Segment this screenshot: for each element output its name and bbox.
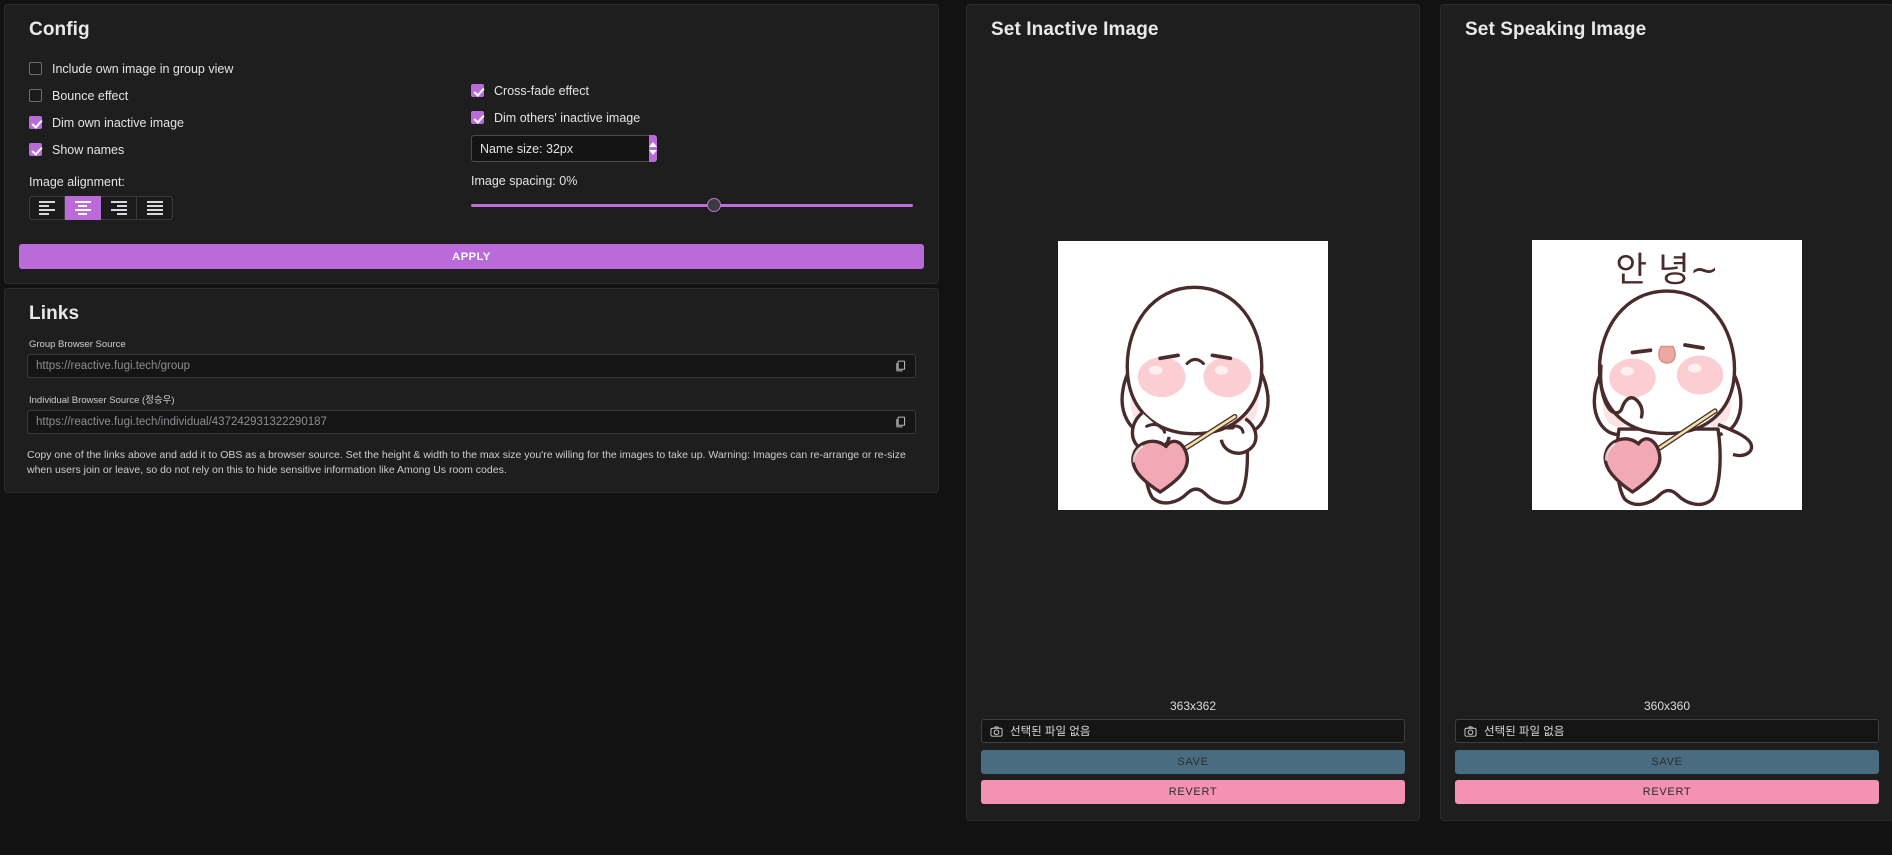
inactive-file-input[interactable]: 선택된 파일 없음 xyxy=(981,719,1405,743)
image-alignment-group[interactable] xyxy=(29,196,471,220)
bunny-speaking-illustration: 안 녕~ xyxy=(1532,240,1802,510)
speaking-image-panel: Set Speaking Image 안 녕~ 360x360 선택된 파일 없… xyxy=(1440,4,1892,821)
image-alignment-label: Image alignment: xyxy=(29,175,125,189)
bunny-inactive-illustration xyxy=(1058,240,1328,510)
chevron-up-icon[interactable] xyxy=(649,142,657,147)
checkbox-row-bounce-effect[interactable]: Bounce effect xyxy=(29,82,471,109)
inactive-revert-button[interactable]: REVERT xyxy=(981,780,1405,804)
align-left-icon[interactable] xyxy=(29,196,65,220)
inactive-image-column: Set Inactive Image 363x362 선택된 파일 없음 SAV… xyxy=(956,0,1430,825)
speaking-image-preview: 안 녕~ xyxy=(1532,240,1802,510)
speaking-image-column: Set Speaking Image 안 녕~ 360x360 선택된 파일 없… xyxy=(1430,0,1892,825)
checkbox-label-show-names: Show names xyxy=(52,142,125,157)
group-browser-source-field: Group Browser Source https://reactive.fu… xyxy=(27,339,916,378)
checkbox-cross-fade[interactable] xyxy=(471,84,484,97)
inactive-panel-title: Set Inactive Image xyxy=(991,19,1159,40)
links-panel: Links Group Browser Source https://react… xyxy=(4,288,939,494)
config-left-options: Include own image in group view Bounce e… xyxy=(19,55,471,220)
inactive-image-dimensions: 363x362 xyxy=(1169,699,1217,713)
copy-icon[interactable] xyxy=(894,416,907,429)
checkbox-row-show-names[interactable]: Show names xyxy=(29,136,471,163)
checkbox-dim-own-inactive[interactable] xyxy=(29,116,42,129)
image-spacing-label: Image spacing: 0% xyxy=(471,174,578,188)
copy-icon[interactable] xyxy=(894,360,907,373)
group-browser-source-label: Group Browser Source xyxy=(29,339,126,350)
speaking-panel-title: Set Speaking Image xyxy=(1465,19,1647,40)
align-right-icon[interactable] xyxy=(101,196,137,220)
individual-browser-source-value: https://reactive.fugi.tech/individual/43… xyxy=(36,416,327,428)
speech-text: 안 녕~ xyxy=(1615,250,1718,290)
camera-icon xyxy=(990,725,1003,738)
speaking-file-input[interactable]: 선택된 파일 없음 xyxy=(1455,719,1879,743)
left-column: Config Include own image in group view B… xyxy=(0,0,943,497)
config-title: Config xyxy=(29,19,90,40)
group-browser-source-value: https://reactive.fugi.tech/group xyxy=(36,360,191,372)
inactive-save-button[interactable]: SAVE xyxy=(981,750,1405,774)
checkbox-label-dim-others-inactive: Dim others' inactive image xyxy=(494,110,641,125)
individual-browser-source-box[interactable]: https://reactive.fugi.tech/individual/43… xyxy=(27,410,916,434)
inactive-image-preview xyxy=(1058,240,1328,510)
checkbox-row-include-own-image[interactable]: Include own image in group view xyxy=(29,55,471,82)
name-size-stepper[interactable] xyxy=(471,135,657,162)
inactive-image-panel: Set Inactive Image 363x362 선택된 파일 없음 SAV… xyxy=(966,4,1420,821)
config-right-options: Cross-fade effect Dim others' inactive i… xyxy=(471,55,924,220)
apply-button[interactable]: APPLY xyxy=(19,244,924,269)
checkbox-row-dim-own-inactive[interactable]: Dim own inactive image xyxy=(29,109,471,136)
speaking-file-name: 선택된 파일 없음 xyxy=(1484,726,1565,738)
slider-thumb[interactable] xyxy=(707,198,722,212)
image-spacing-slider[interactable] xyxy=(471,196,913,214)
checkbox-dim-others-inactive[interactable] xyxy=(471,111,484,124)
checkbox-label-include-own-image: Include own image in group view xyxy=(52,61,234,76)
group-browser-source-box[interactable]: https://reactive.fugi.tech/group xyxy=(27,354,916,378)
align-center-icon[interactable] xyxy=(65,196,101,220)
checkbox-show-names[interactable] xyxy=(29,143,42,156)
checkbox-include-own-image[interactable] xyxy=(29,62,42,75)
checkbox-row-cross-fade[interactable]: Cross-fade effect xyxy=(471,77,924,104)
speaking-save-button[interactable]: SAVE xyxy=(1455,750,1879,774)
checkbox-label-dim-own-inactive: Dim own inactive image xyxy=(52,115,184,130)
chevron-down-icon[interactable] xyxy=(649,150,657,155)
inactive-file-name: 선택된 파일 없음 xyxy=(1010,726,1091,738)
checkbox-label-cross-fade: Cross-fade effect xyxy=(494,83,589,98)
inactive-image-stage xyxy=(981,55,1405,695)
align-justify-icon[interactable] xyxy=(137,196,173,220)
config-panel: Config Include own image in group view B… xyxy=(4,4,939,284)
speaking-revert-button[interactable]: REVERT xyxy=(1455,780,1879,804)
camera-icon xyxy=(1464,725,1477,738)
links-title: Links xyxy=(29,303,80,324)
checkbox-bounce-effect[interactable] xyxy=(29,89,42,102)
name-size-input[interactable] xyxy=(471,135,649,162)
individual-browser-source-label: Individual Browser Source (정승우) xyxy=(29,395,175,406)
slider-track[interactable] xyxy=(471,204,913,207)
checkbox-label-bounce-effect: Bounce effect xyxy=(52,88,129,103)
config-grid: Include own image in group view Bounce e… xyxy=(19,55,924,220)
speaking-image-dimensions: 360x360 xyxy=(1643,699,1691,713)
links-note: Copy one of the links above and add it t… xyxy=(27,449,906,477)
speaking-image-stage: 안 녕~ xyxy=(1455,55,1879,695)
individual-browser-source-field: Individual Browser Source (정승우) https://… xyxy=(27,392,916,434)
checkbox-row-dim-others-inactive[interactable]: Dim others' inactive image xyxy=(471,104,924,131)
name-size-spinner-buttons[interactable] xyxy=(649,135,657,162)
